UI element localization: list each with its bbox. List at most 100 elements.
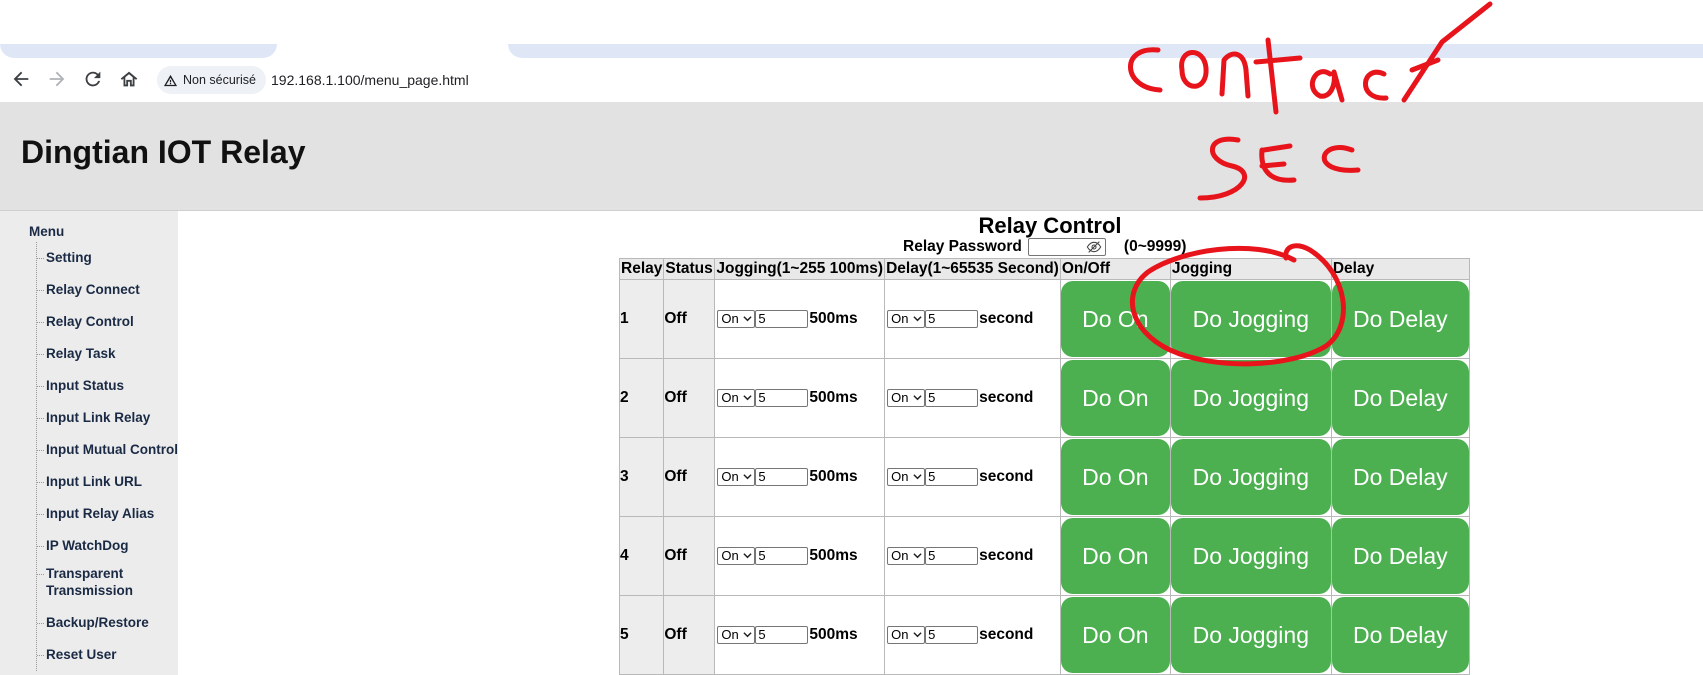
sidebar-item-input-status[interactable]: Input Status [37, 370, 178, 402]
column-header-relay: Relay [618, 258, 665, 280]
jogging-unit: 500ms [809, 388, 858, 406]
do-on-button[interactable]: Do On [1060, 439, 1170, 515]
jogging-value-input[interactable]: 5 [755, 625, 809, 644]
do-jogging-button[interactable]: Do Jogging [1170, 281, 1331, 357]
do-on-button[interactable]: Do On [1060, 281, 1170, 357]
chevron-down-icon [743, 632, 752, 638]
jogging-value-input[interactable]: 5 [755, 467, 809, 486]
relay-status: Off [663, 358, 716, 438]
jogging-unit: 500ms [809, 467, 858, 485]
sidebar-item-transparent-transmission[interactable]: Transparent Transmission [37, 562, 176, 607]
chevron-down-icon [743, 316, 752, 322]
jogging-mode-select[interactable]: On [717, 388, 756, 407]
do-jogging-button[interactable]: Do Jogging [1170, 518, 1331, 594]
security-indicator[interactable]: Non sécurisé [157, 66, 266, 94]
sidebar-item-input-link-relay[interactable]: Input Link Relay [37, 402, 178, 434]
table-row: 2 Off On 5 500ms On 5 second Do On Do Joggin… [618, 358, 1470, 438]
reload-icon[interactable] [82, 68, 104, 90]
chevron-down-icon [743, 553, 752, 559]
relay-number: 1 [618, 279, 665, 359]
sidebar-item-relay-connect[interactable]: Relay Connect [37, 274, 178, 306]
delay-cell: On 5 second [884, 595, 1061, 675]
sidebar-item-relay-control[interactable]: Relay Control [37, 306, 178, 338]
chevron-down-icon [913, 316, 922, 322]
do-delay-button[interactable]: Do Delay [1331, 597, 1469, 673]
chevron-down-icon [743, 474, 752, 480]
delay-unit: second [979, 388, 1034, 406]
sidebar-item-relay-task[interactable]: Relay Task [37, 338, 178, 370]
do-delay-button[interactable]: Do Delay [1331, 281, 1469, 357]
jogging-unit: 500ms [809, 625, 858, 643]
browser-toolbar: Non sécurisé 192.168.1.100/menu_page.htm… [0, 58, 1703, 102]
relay-number: 3 [618, 437, 665, 517]
delay-mode-select[interactable]: On [887, 467, 926, 486]
column-header-jogging: Jogging [1169, 258, 1332, 280]
forward-arrow-icon[interactable] [46, 68, 68, 90]
browser-tab[interactable] [508, 44, 1703, 58]
sidebar-item-input-link-url[interactable]: Input Link URL [37, 466, 178, 498]
chevron-down-icon [913, 632, 922, 638]
relay-number: 5 [618, 595, 665, 675]
delay-mode-select[interactable]: On [887, 625, 926, 644]
do-on-button[interactable]: Do On [1060, 597, 1170, 673]
password-range: (0~9999) [1123, 238, 1187, 255]
password-input[interactable] [1027, 238, 1106, 256]
browser-tab-strip [0, 0, 1703, 58]
url-text[interactable]: 192.168.1.100/menu_page.html [271, 72, 469, 88]
browser-tab[interactable] [0, 44, 277, 58]
delay-mode-select[interactable]: On [887, 309, 926, 328]
delay-value-input[interactable]: 5 [925, 546, 979, 565]
eye-off-icon[interactable] [1086, 240, 1102, 254]
delay-mode-select[interactable]: On [887, 388, 926, 407]
column-header-on-off: On/Off [1059, 258, 1171, 280]
delay-value-input[interactable]: 5 [925, 388, 979, 407]
sidebar-item-ip-watchdog[interactable]: IP WatchDog [37, 530, 178, 562]
delay-unit: second [979, 625, 1034, 643]
do-on-button[interactable]: Do On [1060, 360, 1170, 436]
do-delay-button[interactable]: Do Delay [1331, 439, 1469, 515]
chevron-down-icon [743, 395, 752, 401]
jogging-cell: On 5 500ms [714, 595, 886, 675]
sidebar-item-setting[interactable]: Setting [37, 242, 178, 274]
relay-status: Off [663, 516, 716, 596]
back-arrow-icon[interactable] [10, 68, 32, 90]
sidebar-item-input-mutual-control[interactable]: Input Mutual Control [37, 434, 178, 466]
jogging-cell: On 5 500ms [714, 437, 886, 517]
relay-status: Off [663, 437, 716, 517]
password-label: Relay Password [903, 238, 1022, 255]
delay-value-input[interactable]: 5 [925, 467, 979, 486]
sidebar-item-backup-restore[interactable]: Backup/Restore [37, 607, 178, 639]
jogging-cell: On 5 500ms [714, 279, 886, 359]
delay-cell: On 5 second [884, 516, 1061, 596]
page-header: Dingtian IOT Relay [0, 102, 1703, 211]
sidebar: Menu Setting Relay Connect Relay Control… [0, 211, 178, 675]
jogging-unit: 500ms [809, 309, 858, 327]
do-delay-button[interactable]: Do Delay [1331, 518, 1469, 594]
column-header-delay-time: Delay(1~65535 Second) [884, 258, 1061, 280]
jogging-mode-select[interactable]: On [717, 467, 756, 486]
table-row: 1 Off On 5 500ms On 5 second Do On Do Joggin… [618, 279, 1470, 359]
do-jogging-button[interactable]: Do Jogging [1170, 360, 1331, 436]
jogging-value-input[interactable]: 5 [755, 388, 809, 407]
delay-cell: On 5 second [884, 437, 1061, 517]
home-icon[interactable] [118, 68, 140, 90]
do-jogging-button[interactable]: Do Jogging [1170, 439, 1331, 515]
delay-mode-select[interactable]: On [887, 546, 926, 565]
chevron-down-icon [913, 553, 922, 559]
sidebar-item-input-relay-alias[interactable]: Input Relay Alias [37, 498, 178, 530]
table-row: 3 Off On 5 500ms On 5 second Do On Do Joggin… [618, 437, 1470, 517]
delay-value-input[interactable]: 5 [925, 625, 979, 644]
do-delay-button[interactable]: Do Delay [1331, 360, 1469, 436]
delay-unit: second [979, 467, 1034, 485]
address-bar[interactable]: Non sécurisé 192.168.1.100/menu_page.htm… [157, 64, 1057, 96]
do-on-button[interactable]: Do On [1060, 518, 1170, 594]
jogging-mode-select[interactable]: On [717, 546, 756, 565]
jogging-mode-select[interactable]: On [717, 625, 756, 644]
delay-value-input[interactable]: 5 [925, 309, 979, 328]
jogging-mode-select[interactable]: On [717, 309, 756, 328]
sidebar-item-reset-user[interactable]: Reset User [37, 639, 178, 671]
jogging-value-input[interactable]: 5 [755, 309, 809, 328]
delay-unit: second [979, 309, 1034, 327]
do-jogging-button[interactable]: Do Jogging [1170, 597, 1331, 673]
jogging-value-input[interactable]: 5 [755, 546, 809, 565]
